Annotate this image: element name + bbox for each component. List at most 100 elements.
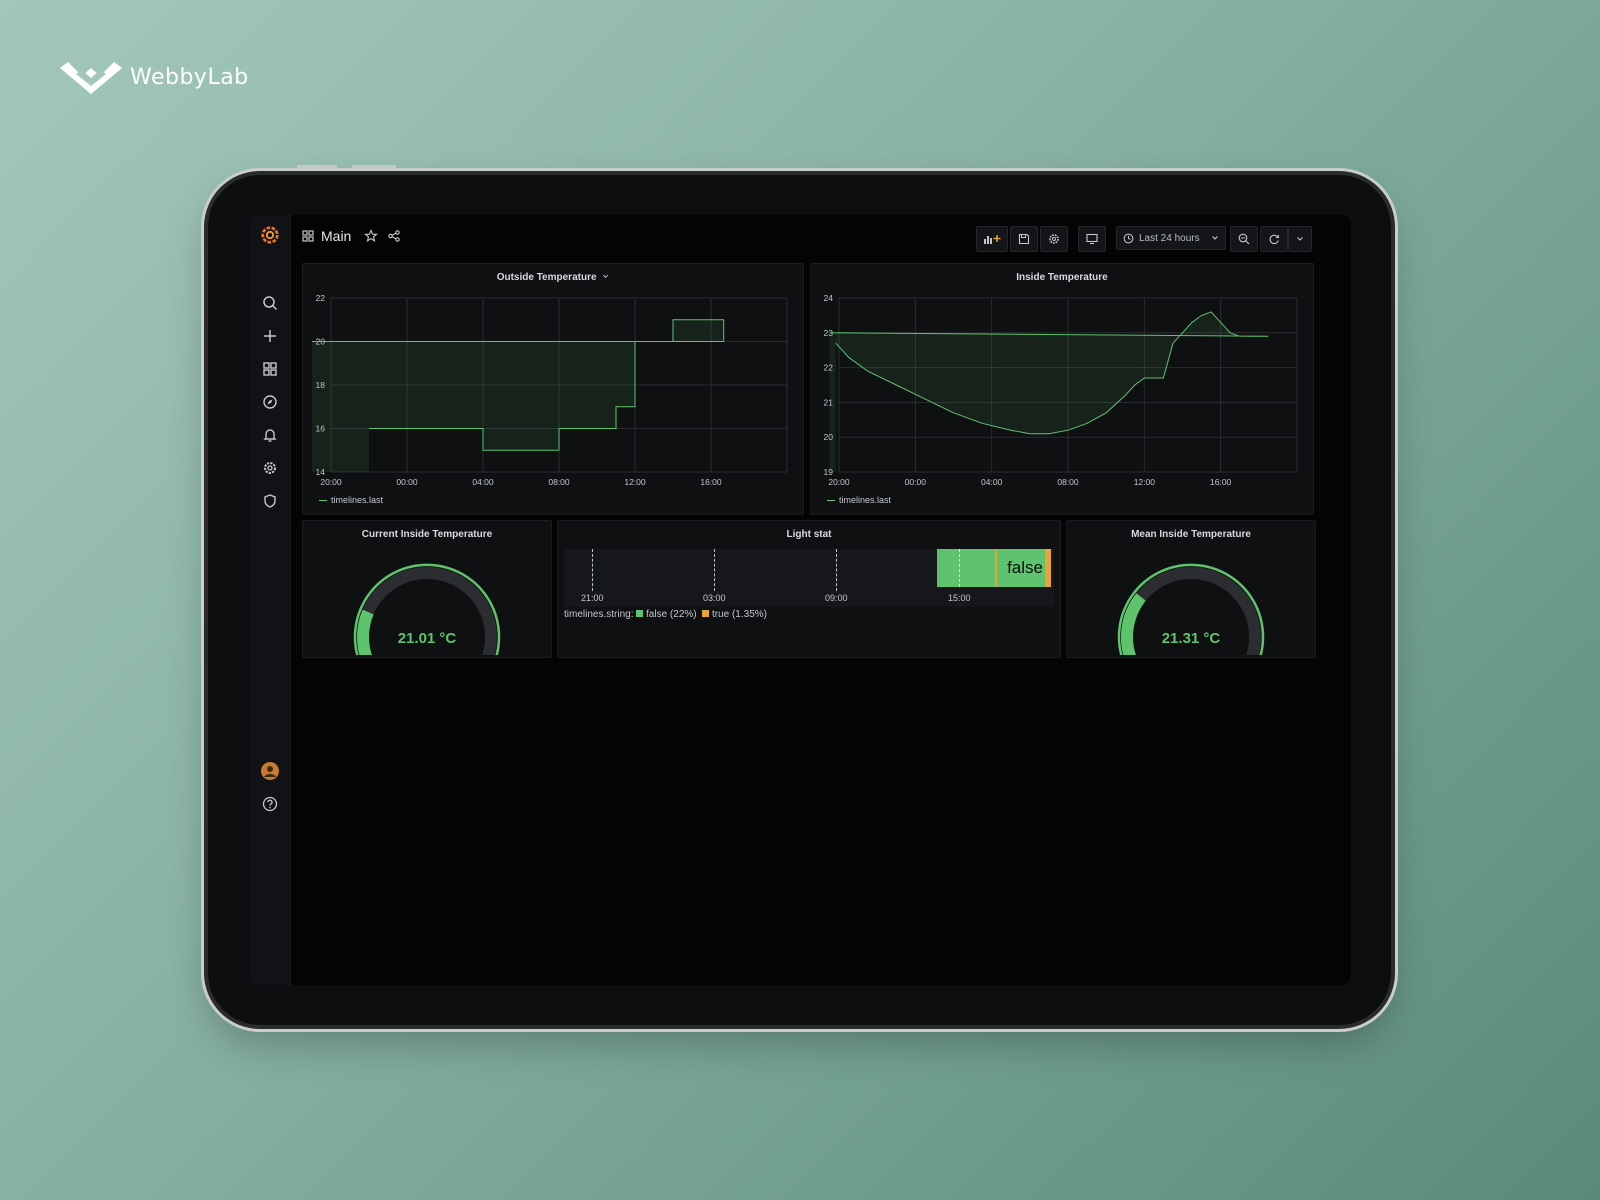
legend-true-swatch — [702, 610, 710, 617]
brand-name: WebbyLab — [130, 64, 249, 90]
inside-temperature-panel[interactable]: Inside Temperature 19 20 21 22 23 24 20:00 00:0… — [810, 263, 1314, 515]
legend-swatch — [827, 500, 835, 502]
dashboard-topbar: Main Last 24 hours — [290, 215, 1351, 259]
time-range-label: Last 24 hours — [1139, 232, 1200, 244]
explore-icon[interactable] — [260, 392, 280, 412]
current-inside-temperature-title[interactable]: Current Inside Temperature — [303, 529, 551, 540]
state-false-bar[interactable]: false — [937, 549, 1045, 587]
panel-title[interactable]: Outside Temperature — [303, 272, 803, 283]
zoom-out-button[interactable] — [1230, 226, 1258, 252]
gauge-fill — [357, 609, 374, 655]
gauge-fill — [1120, 593, 1146, 655]
timeline-tick: 21:00 — [581, 593, 604, 603]
light-stat-panel[interactable]: Light stat false 21:00 03:00 09:00 15:00… — [557, 520, 1061, 658]
shield-icon[interactable] — [260, 491, 280, 511]
zoom-out-icon — [1238, 233, 1250, 245]
star-icon[interactable] — [364, 229, 379, 243]
sidebar — [250, 215, 291, 985]
x-tick-label: 20:00 — [828, 477, 850, 487]
help-icon[interactable] — [260, 794, 280, 814]
state-label: false — [1007, 558, 1043, 577]
refresh-button[interactable] — [1260, 226, 1288, 252]
outside-temperature-chart[interactable]: 141618202220:0000:0004:0008:0012:0016:00 — [303, 288, 803, 498]
inside-temperature-chart[interactable]: 19202122232420:00 00:00 04:00 08:00 12:00 16:… — [811, 288, 1313, 498]
dashboards-icon[interactable] — [260, 359, 280, 379]
x-tick-label: 20:00 — [320, 477, 342, 487]
timeline-marker — [714, 549, 715, 591]
x-tick-label: 16:00 — [1210, 477, 1232, 487]
legend-label: timelines.last — [331, 495, 384, 505]
outside-temperature-title: Outside Temperature — [496, 272, 597, 283]
share-icon[interactable] — [387, 229, 401, 243]
legend-true-label: true (1.35%) — [711, 609, 767, 620]
tablet-side-button — [201, 232, 206, 280]
light-stat-title[interactable]: Light stat — [558, 529, 1060, 540]
x-tick-label: 08:00 — [548, 477, 570, 487]
legend-false-label: false (22%) — [646, 609, 697, 620]
save-dashboard-button[interactable] — [1010, 226, 1038, 252]
gear-icon[interactable] — [260, 458, 280, 478]
outside-temperature-panel[interactable]: Outside Temperature 141618202220:0000:00… — [302, 263, 804, 515]
dashboard-title-group: Main — [302, 228, 401, 244]
x-tick-label: 16:00 — [700, 477, 722, 487]
y-tick-label: 24 — [824, 293, 834, 303]
grafana-screen: Main Last 24 hours Outside Temperature 2… — [250, 215, 1351, 985]
x-tick-label: 00:00 — [905, 477, 927, 487]
search-icon[interactable] — [260, 293, 280, 313]
timeline-tick: 09:00 — [825, 593, 848, 603]
dashboards-icon — [302, 230, 314, 242]
grafana-logo-icon[interactable] — [260, 225, 280, 245]
timeline-tick: 15:00 — [948, 593, 971, 603]
gauge-value: 21.01 °C — [398, 630, 457, 647]
chevron-down-icon — [1212, 236, 1218, 240]
chevron-down-icon — [603, 274, 609, 279]
add-panel-icon — [984, 235, 1001, 244]
tablet-frame: Main Last 24 hours Outside Temperature 2… — [208, 175, 1391, 1025]
inside-temperature-title[interactable]: Inside Temperature — [811, 272, 1313, 283]
y-tick-label: 22 — [316, 293, 326, 303]
bell-icon[interactable] — [260, 425, 280, 445]
refresh-icon — [1269, 234, 1279, 245]
current-temperature-gauge: 21.01 °C — [353, 563, 501, 655]
timeline-tick: 03:00 — [703, 593, 726, 603]
add-panel-button[interactable] — [976, 226, 1008, 252]
series-area — [312, 319, 724, 472]
state-true-segment[interactable] — [995, 549, 997, 587]
legend-prefix: timelines.string: — [564, 609, 634, 620]
mean-inside-temperature-panel[interactable]: Mean Inside Temperature 21.31 °C — [1066, 520, 1316, 658]
chevron-down-icon — [1297, 237, 1303, 241]
legend-label: timelines.last — [839, 495, 892, 505]
timeline-marker — [836, 549, 837, 591]
light-stat-legend[interactable]: timelines.string: false (22%) true (1.35… — [564, 609, 767, 620]
time-range-picker[interactable]: Last 24 hours — [1116, 226, 1226, 250]
tablet-top-button — [297, 165, 337, 170]
current-inside-temperature-panel[interactable]: Current Inside Temperature 21.01 °C — [302, 520, 552, 658]
x-tick-label: 04:00 — [472, 477, 494, 487]
save-icon — [1018, 233, 1030, 245]
user-avatar-icon[interactable] — [260, 761, 280, 781]
x-tick-label: 04:00 — [981, 477, 1003, 487]
mean-temperature-gauge: 21.31 °C — [1117, 563, 1265, 655]
chart-legend[interactable]: timelines.last — [827, 495, 891, 505]
chart-legend[interactable]: timelines.last — [319, 495, 383, 505]
plus-icon[interactable] — [260, 326, 280, 346]
tablet-top-button-2 — [352, 165, 396, 170]
webbylab-brand: WebbyLab — [60, 58, 249, 96]
legend-swatch — [319, 500, 327, 502]
webbylab-logo-icon — [60, 62, 122, 94]
dashboard-settings-button[interactable] — [1040, 226, 1068, 252]
dashboard-title[interactable]: Main — [321, 228, 351, 244]
monitor-icon — [1086, 233, 1098, 245]
x-tick-label: 08:00 — [1057, 477, 1079, 487]
x-tick-label: 00:00 — [396, 477, 418, 487]
legend-false-swatch — [636, 610, 644, 617]
state-true-bar[interactable] — [1045, 549, 1051, 587]
state-timeline[interactable]: false 21:00 03:00 09:00 15:00 — [564, 549, 1054, 607]
mean-inside-temperature-title[interactable]: Mean Inside Temperature — [1067, 529, 1315, 540]
gear-icon — [1049, 234, 1059, 244]
refresh-interval-dropdown[interactable] — [1288, 226, 1312, 252]
gauge-value: 21.31 °C — [1162, 630, 1221, 647]
timeline-marker — [959, 549, 960, 587]
x-tick-label: 12:00 — [624, 477, 646, 487]
tv-mode-button[interactable] — [1078, 226, 1106, 252]
